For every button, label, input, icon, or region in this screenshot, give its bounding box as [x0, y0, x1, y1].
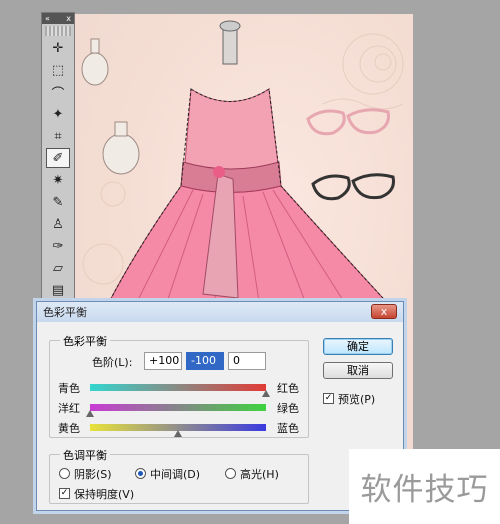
- tone-radio[interactable]: [59, 468, 70, 479]
- tools-panel: « x ✛⬚⌒✦⌗✐✷✎♙✑▱▤◒: [41, 12, 75, 320]
- tone-radio[interactable]: [135, 468, 146, 479]
- tools-panel-titlebar: « x: [42, 13, 74, 24]
- slider-left-label: 洋红: [58, 402, 80, 415]
- preserve-luminosity-checkbox[interactable]: ✓: [59, 488, 70, 499]
- slider-left-label: 青色: [58, 382, 80, 395]
- slider-right-label: 蓝色: [277, 422, 299, 435]
- ok-button[interactable]: 确定: [323, 338, 393, 355]
- color-slider-track[interactable]: [90, 404, 266, 411]
- tone-radio-label: 中间调(D): [150, 468, 201, 481]
- preview-checkbox[interactable]: ✓: [323, 393, 334, 404]
- slider-left-label: 黄色: [58, 422, 80, 435]
- dialog-title: 色彩平衡: [43, 306, 87, 319]
- eraser-tool-icon[interactable]: ▱: [46, 258, 70, 278]
- levels-input-2[interactable]: -100: [186, 352, 224, 370]
- color-balance-group: 色彩平衡 色阶(L): +100 -100 0 青色 红色洋红 绿色黄色 蓝色: [49, 333, 309, 438]
- move-tool-icon[interactable]: ✛: [46, 38, 70, 58]
- dialog-titlebar: 色彩平衡 x: [37, 302, 403, 322]
- eyedropper-tool-icon[interactable]: ✐: [46, 148, 70, 168]
- levels-input-3[interactable]: 0: [228, 352, 266, 370]
- tone-balance-group: 色调平衡 阴影(S) 中间调(D) 高光(H) ✓ 保持明度(V): [49, 447, 309, 504]
- healing-brush-tool-icon[interactable]: ✷: [46, 170, 70, 190]
- crop-tool-icon[interactable]: ⌗: [46, 126, 70, 146]
- slider-thumb[interactable]: [86, 410, 94, 417]
- color-slider-track[interactable]: [90, 384, 266, 391]
- slider-thumb[interactable]: [174, 430, 182, 437]
- close-button[interactable]: x: [371, 304, 397, 319]
- tone-radio-label: 高光(H): [240, 468, 279, 481]
- slider-right-label: 绿色: [277, 402, 299, 415]
- marquee-tool-icon[interactable]: ⬚: [46, 60, 70, 80]
- cancel-button[interactable]: 取消: [323, 362, 393, 379]
- color-balance-legend: 色彩平衡: [60, 333, 110, 349]
- tone-radio[interactable]: [225, 468, 236, 479]
- brush-tool-icon[interactable]: ✎: [46, 192, 70, 212]
- close-panel-button[interactable]: x: [66, 13, 71, 24]
- stamp-tool-icon[interactable]: ♙: [46, 214, 70, 234]
- collapse-panel-button[interactable]: «: [45, 13, 50, 24]
- watermark: 软件技巧: [349, 449, 500, 524]
- tone-balance-legend: 色调平衡: [60, 447, 110, 463]
- levels-input-1[interactable]: +100: [144, 352, 182, 370]
- slider-thumb[interactable]: [262, 390, 270, 397]
- preserve-luminosity-label: 保持明度(V): [74, 488, 135, 501]
- preview-label: 预览(P): [338, 393, 376, 406]
- slider-right-label: 红色: [277, 382, 299, 395]
- lasso-tool-icon[interactable]: ⌒: [46, 82, 70, 102]
- magic-wand-tool-icon[interactable]: ✦: [46, 104, 70, 124]
- levels-label: 色阶(L):: [92, 356, 133, 369]
- history-brush-tool-icon[interactable]: ✑: [46, 236, 70, 256]
- panel-grip[interactable]: [45, 26, 71, 36]
- gradient-tool-icon[interactable]: ▤: [46, 280, 70, 300]
- tone-radio-label: 阴影(S): [74, 468, 112, 481]
